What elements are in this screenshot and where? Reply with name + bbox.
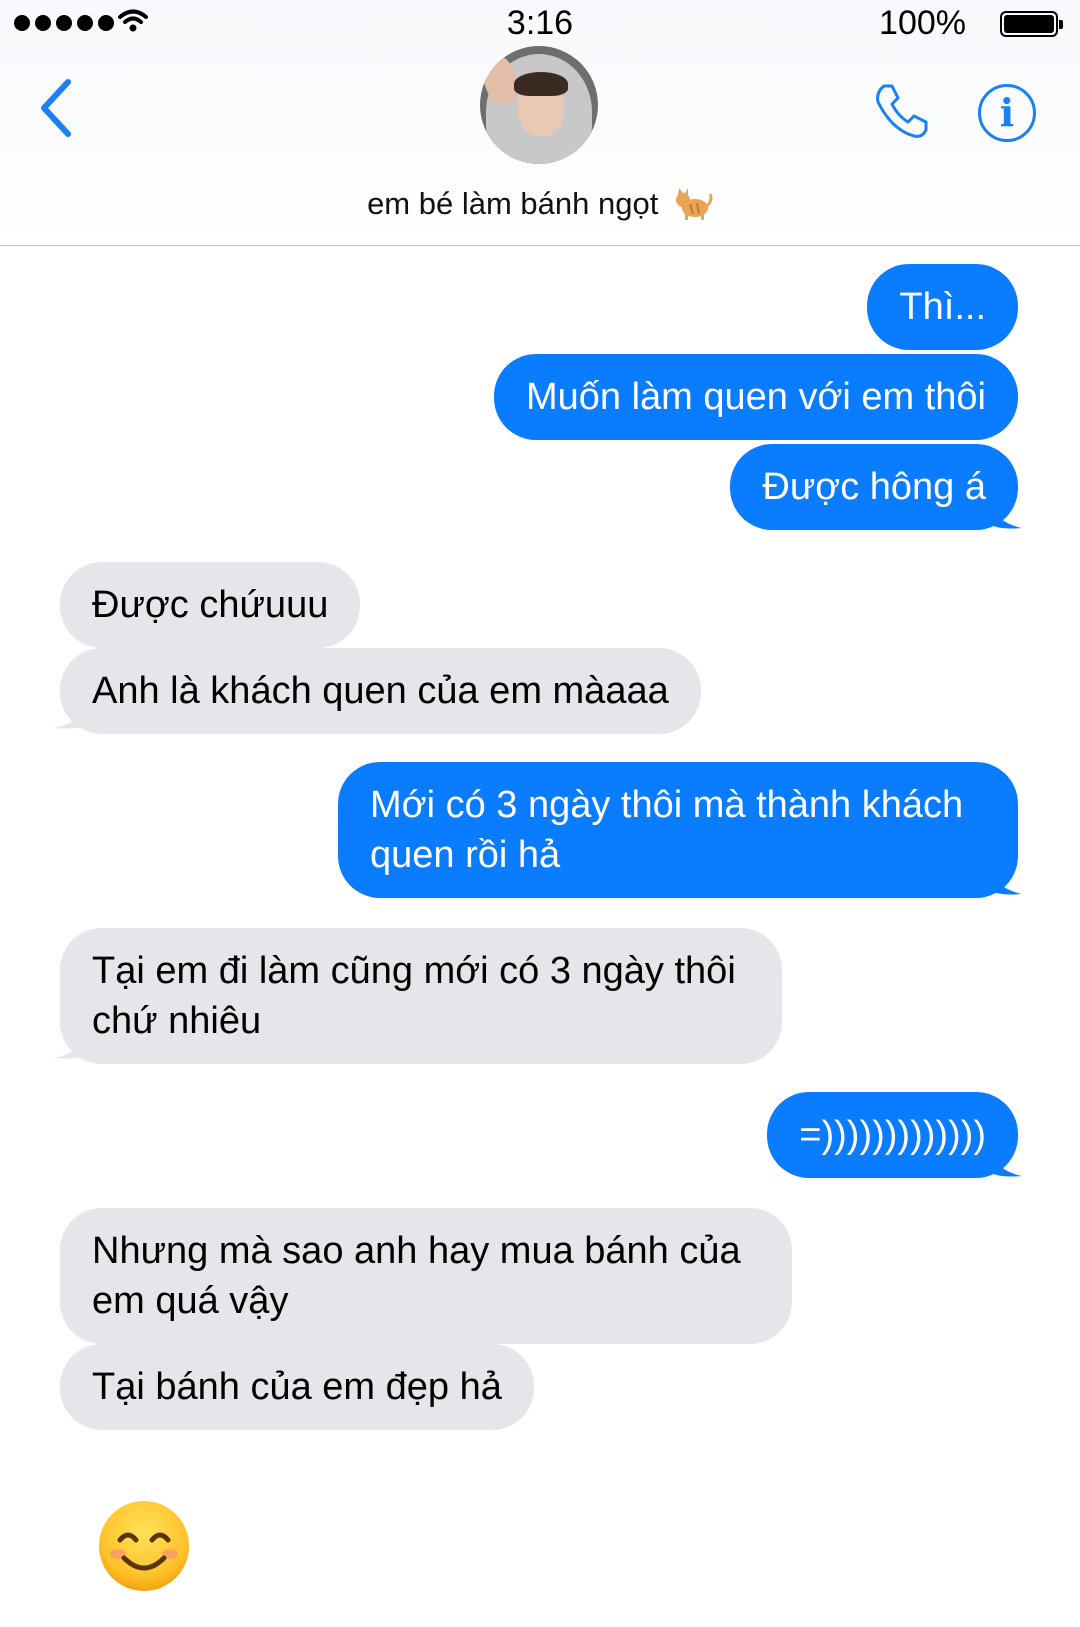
bubble-tail-incoming: [54, 1030, 88, 1059]
contact-avatar[interactable]: [480, 46, 598, 164]
message-bubble-incoming[interactable]: Tại em đi làm cũng mới có 3 ngày thôi ch…: [60, 928, 782, 1064]
bubble-tail-incoming: [54, 700, 88, 729]
status-bar: 3:16 100%: [0, 0, 1080, 50]
message-text: Được chứuuu: [92, 584, 329, 626]
battery-percentage: 100%: [879, 4, 966, 42]
message-text: Anh là khách quen của em màaaa: [92, 670, 669, 712]
message-bubble-outgoing[interactable]: Mới có 3 ngày thôi mà thành khách quen r…: [338, 762, 1018, 898]
message-bubble-outgoing[interactable]: Thì...: [867, 264, 1018, 350]
message-text: =))))))))))))): [799, 1114, 986, 1156]
message-text: Được hông á: [762, 466, 986, 508]
message-text: Tại bánh của em đẹp hả: [92, 1366, 502, 1408]
battery-icon: [1000, 11, 1063, 37]
info-button[interactable]: i: [978, 84, 1036, 142]
cat-emoji-icon: [675, 188, 713, 220]
message-text: Nhưng mà sao anh hay mua bánh của em quá…: [92, 1230, 741, 1322]
contact-name[interactable]: em bé làm bánh ngọt: [0, 182, 1080, 222]
message-text: Muốn làm quen với em thôi: [525, 376, 986, 418]
phone-call-icon[interactable]: [872, 82, 930, 140]
message-text: Mới có 3 ngày thôi mà thành khách quen r…: [370, 784, 964, 876]
message-text: Thì...: [899, 286, 986, 328]
message-text: Tại em đi làm cũng mới có 3 ngày thôi ch…: [92, 950, 736, 1042]
message-bubble-incoming[interactable]: Được chứuuu: [60, 562, 361, 648]
contact-name-text: em bé làm bánh ngọt: [367, 186, 659, 221]
message-bubble-incoming[interactable]: Anh là khách quen của em màaaa: [60, 648, 701, 734]
message-bubble-incoming[interactable]: Nhưng mà sao anh hay mua bánh của em quá…: [60, 1208, 792, 1344]
message-bubble-outgoing[interactable]: Muốn làm quen với em thôi: [493, 354, 1018, 440]
bubble-tail-outgoing: [990, 1148, 1022, 1177]
message-bubble-incoming[interactable]: Tại bánh của em đẹp hả: [60, 1344, 534, 1430]
bubble-tail-outgoing: [990, 866, 1022, 895]
smiling-face-emoji-icon[interactable]: [96, 1498, 192, 1594]
message-bubble-outgoing[interactable]: =))))))))))))): [767, 1092, 1018, 1178]
bubble-tail-outgoing: [990, 500, 1022, 529]
conversation-header: 3:16 100% em bé làm bánh ngọt i: [0, 0, 1080, 246]
message-bubble-outgoing[interactable]: Được hông á: [730, 444, 1018, 530]
back-chevron-icon[interactable]: [36, 78, 76, 138]
